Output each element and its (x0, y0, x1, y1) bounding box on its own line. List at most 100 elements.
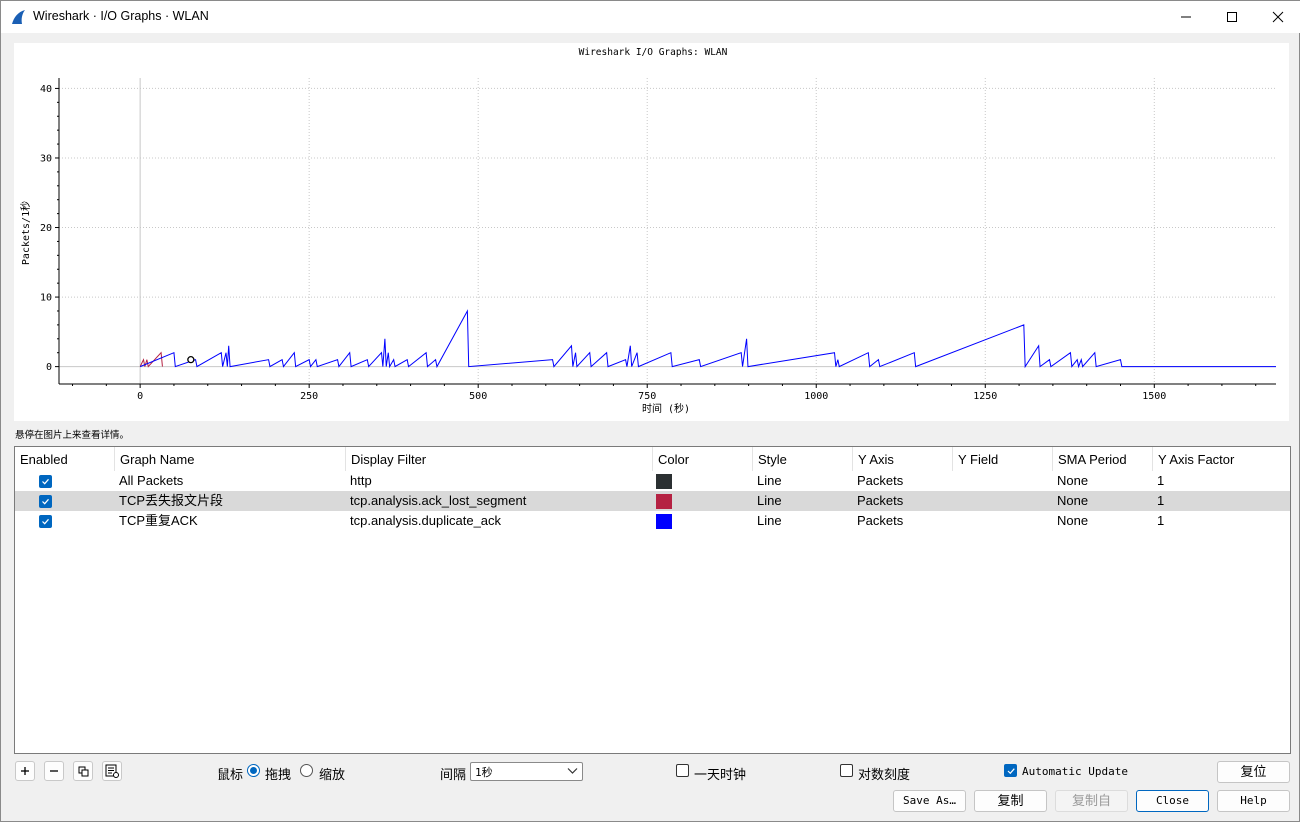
y-axis-factor-cell[interactable]: 1 (1153, 471, 1164, 491)
style-cell[interactable]: Line (753, 511, 782, 531)
y-axis-label: Packets/1秒 (19, 201, 32, 265)
window-title: Wireshark · I/O Graphs · WLAN (33, 9, 209, 23)
x-tick-label: 1250 (973, 391, 997, 402)
graph-name-cell[interactable]: All Packets (115, 471, 183, 491)
enabled-checkbox[interactable] (39, 495, 52, 508)
y-axis-cell[interactable]: Packets (853, 471, 903, 491)
x-tick-label: 1500 (1142, 391, 1166, 402)
y-field-cell[interactable] (953, 491, 957, 511)
wireshark-fin-icon (12, 10, 25, 24)
close-window-button[interactable] (1255, 1, 1300, 33)
minimize-icon (1181, 16, 1191, 18)
automatic-update-checkbox[interactable] (1004, 764, 1017, 777)
display-filter-cell[interactable]: tcp.analysis.duplicate_ack (346, 511, 501, 531)
series-line (139, 351, 163, 368)
y-field-cell[interactable] (953, 511, 957, 531)
x-tick-label: 1000 (804, 391, 828, 402)
drag-mode-label[interactable]: 拖拽 (265, 764, 291, 783)
log-scale-checkbox[interactable] (840, 764, 853, 777)
plus-icon (21, 767, 29, 775)
table-header: Enabled Graph Name Display Filter Color … (15, 447, 1290, 471)
x-tick-label: 250 (300, 391, 318, 402)
x-tick-label: 0 (137, 391, 143, 402)
hover-marker (187, 356, 195, 364)
table-row[interactable]: TCP重复ACK tcp.analysis.duplicate_ack Line… (15, 511, 1290, 531)
drag-mode-radio[interactable] (247, 764, 260, 777)
clear-graphs-button[interactable] (102, 761, 122, 781)
graph-name-cell[interactable]: TCP重复ACK (115, 511, 198, 531)
log-scale-label[interactable]: 对数刻度 (858, 764, 910, 783)
x-tick-label: 500 (469, 391, 487, 402)
chart-title: Wireshark I/O Graphs: WLAN (579, 47, 728, 58)
copy-from-button[interactable]: 复制自 (1055, 790, 1128, 812)
checkmark-icon (42, 498, 49, 505)
sma-period-cell[interactable]: None (1053, 491, 1088, 511)
io-graph-plot[interactable]: Wireshark I/O Graphs: WLAN Packets/1秒 时间… (14, 43, 1289, 421)
y-field-cell[interactable] (953, 471, 957, 491)
close-button[interactable]: Close (1136, 790, 1209, 812)
column-header-y-field[interactable]: Y Field (953, 447, 1053, 471)
display-filter-cell[interactable]: tcp.analysis.ack_lost_segment (346, 491, 526, 511)
column-header-y-axis-factor[interactable]: Y Axis Factor (1153, 447, 1290, 471)
style-cell[interactable]: Line (753, 491, 782, 511)
copy-button[interactable]: 复制 (974, 790, 1047, 812)
minimize-button[interactable] (1163, 1, 1209, 33)
column-header-display-filter[interactable]: Display Filter (346, 447, 653, 471)
color-swatch[interactable] (656, 474, 672, 489)
enabled-checkbox[interactable] (39, 475, 52, 488)
graph-name-cell[interactable]: TCP丢失报文片段 (115, 491, 223, 511)
mouse-mode-label: 鼠标 (217, 767, 244, 782)
interval-label: 间隔 (440, 767, 467, 782)
remove-graph-button[interactable] (44, 761, 64, 781)
column-header-y-axis[interactable]: Y Axis (853, 447, 953, 471)
io-graph-chart[interactable]: Wireshark I/O Graphs: WLAN Packets/1秒 时间… (14, 43, 1289, 421)
x-axis-label: 时间 (秒) (642, 402, 690, 415)
y-axis-cell[interactable]: Packets (853, 511, 903, 531)
y-tick-label: 40 (40, 84, 52, 95)
interval-value: 1秒 (475, 766, 493, 779)
color-swatch[interactable] (656, 514, 672, 529)
checkmark-icon (42, 478, 49, 485)
interval-select[interactable]: 1秒 (470, 762, 583, 781)
display-filter-cell[interactable]: http (346, 471, 372, 491)
enabled-checkbox[interactable] (39, 515, 52, 528)
column-header-style[interactable]: Style (753, 447, 853, 471)
column-header-graph-name[interactable]: Graph Name (115, 447, 346, 471)
y-tick-label: 30 (40, 153, 52, 164)
minus-icon (50, 770, 58, 772)
y-axis-cell[interactable]: Packets (853, 491, 903, 511)
zoom-mode-label[interactable]: 缩放 (319, 764, 345, 783)
save-as-button[interactable]: Save As… (893, 790, 966, 812)
y-tick-label: 0 (46, 362, 52, 373)
y-tick-label: 20 (40, 223, 52, 234)
maximize-button[interactable] (1209, 1, 1255, 33)
color-swatch[interactable] (656, 494, 672, 509)
add-graph-button[interactable] (15, 761, 35, 781)
close-icon (1272, 11, 1284, 23)
column-header-enabled[interactable]: Enabled (15, 447, 115, 471)
copy-graph-button[interactable] (73, 761, 93, 781)
plot-hint-text: 悬停在图片上来查看详情。 (15, 430, 130, 441)
reset-button[interactable]: 复位 (1217, 761, 1290, 783)
io-graphs-window: Wireshark · I/O Graphs · WLAN Wireshark … (0, 0, 1300, 822)
sma-period-cell[interactable]: None (1053, 511, 1088, 531)
style-cell[interactable]: Line (753, 471, 782, 491)
column-header-color[interactable]: Color (653, 447, 753, 471)
y-tick-label: 10 (40, 293, 52, 304)
help-button[interactable]: Help (1217, 790, 1290, 812)
maximize-icon (1227, 12, 1237, 22)
series-line (139, 309, 1276, 369)
sma-period-cell[interactable]: None (1053, 471, 1088, 491)
automatic-update-label[interactable]: Automatic Update (1022, 765, 1128, 778)
table-row[interactable]: TCP丢失报文片段 tcp.analysis.ack_lost_segment … (15, 491, 1290, 511)
y-axis-factor-cell[interactable]: 1 (1153, 491, 1164, 511)
column-header-sma-period[interactable]: SMA Period (1053, 447, 1153, 471)
zoom-mode-radio[interactable] (300, 764, 313, 777)
title-bar: Wireshark · I/O Graphs · WLAN (1, 1, 1300, 33)
graph-table[interactable]: Enabled Graph Name Display Filter Color … (14, 446, 1291, 754)
time-of-day-label[interactable]: 一天时钟 (694, 764, 746, 783)
time-of-day-checkbox[interactable] (676, 764, 689, 777)
chevron-down-icon (567, 768, 578, 774)
y-axis-factor-cell[interactable]: 1 (1153, 511, 1164, 531)
table-row[interactable]: All Packets http Line Packets None 1 (15, 471, 1290, 491)
